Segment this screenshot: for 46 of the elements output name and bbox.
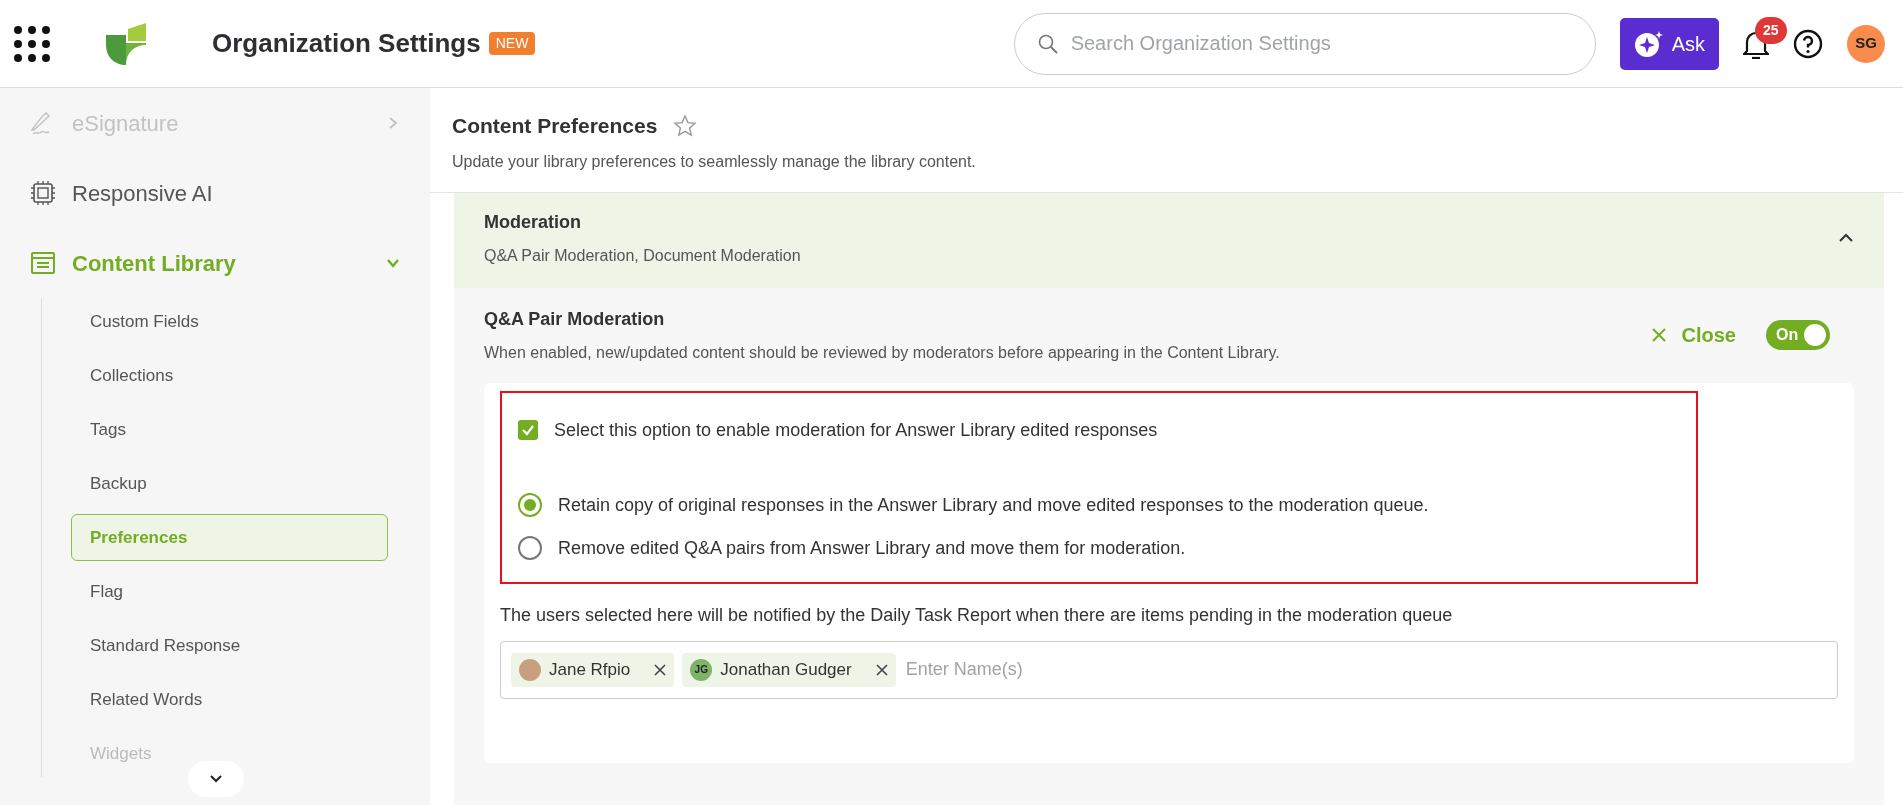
remove-icon[interactable] [875, 663, 888, 676]
checkbox-option[interactable]: Select this option to enable moderation for Answer Library edited responses [518, 416, 1680, 444]
radio-option[interactable]: Retain copy of original responses in the Answer Library and move edited responses to the moderation queue. [518, 491, 1680, 519]
chevron-up-icon[interactable] [1838, 233, 1854, 243]
search-field[interactable]: Search Organization Settings [1013, 12, 1596, 75]
radio-button[interactable] [518, 536, 542, 560]
accordion-title: Moderation [484, 210, 582, 234]
sidebar-subitem[interactable]: Flag [71, 568, 388, 615]
close-icon [1651, 328, 1666, 342]
setting-description: When enabled, new/updated content should be reviewed by moderators before appearing in the Content Library. [484, 342, 1281, 363]
setting-title: Q&A Pair Moderation [484, 307, 666, 331]
chip-icon [30, 180, 56, 206]
sidebar-subitem[interactable]: Related Words [71, 676, 388, 723]
accordion-header[interactable]: Moderation Q&A Pair Moderation, Document Moderation [454, 192, 1884, 288]
document-icon [30, 250, 56, 276]
search-icon [1037, 33, 1058, 54]
accordion-subtitle: Q&A Pair Moderation, Document Moderation [484, 245, 802, 266]
user-picker-field[interactable]: Jane Rfpio JG Jonathan Gudger Enter Name(s) [500, 640, 1838, 699]
star-icon[interactable] [673, 113, 698, 138]
user-chip[interactable]: JG Jonathan Gudger [682, 652, 896, 687]
section-heading: Content Preferences [452, 113, 658, 139]
sidebar-subitem[interactable]: Custom Fields [71, 298, 388, 345]
page-title: Organization Settings [212, 27, 481, 60]
help-icon[interactable] [1793, 28, 1823, 59]
chevron-down-icon [209, 774, 223, 784]
user-chip[interactable]: Jane Rfpio [511, 652, 675, 687]
notification-badge: 25 [1755, 16, 1787, 44]
sidebar-subitem[interactable]: Backup [71, 460, 388, 507]
user-initials: JG [690, 658, 713, 681]
apps-menu-icon[interactable] [14, 25, 50, 62]
sidebar-item[interactable]: Responsive AI [0, 158, 430, 228]
new-badge: NEW [488, 32, 536, 55]
check-icon [521, 423, 535, 437]
notification-note: The users selected here will be notified by the Daily Task Report when there are items pending in the moderation queue [500, 603, 1454, 627]
ask-button[interactable]: Ask [1619, 17, 1719, 70]
sidebar-subitem[interactable]: Collections [71, 352, 388, 399]
logo-icon [106, 22, 148, 65]
user-avatar[interactable]: SG [1847, 24, 1885, 63]
remove-icon[interactable] [654, 663, 667, 676]
checkbox[interactable] [518, 420, 538, 440]
avatar-placeholder [519, 658, 541, 681]
radio-button[interactable] [518, 493, 542, 517]
section-description: Update your library preferences to seamlessly manage the library content. [452, 151, 977, 172]
sidebar-subitem[interactable]: Tags [71, 406, 388, 453]
radio-option[interactable]: Remove edited Q&A pairs from Answer Library and move them for moderation. [518, 534, 1680, 562]
sidebar-subitem[interactable]: Standard Response [71, 622, 388, 669]
